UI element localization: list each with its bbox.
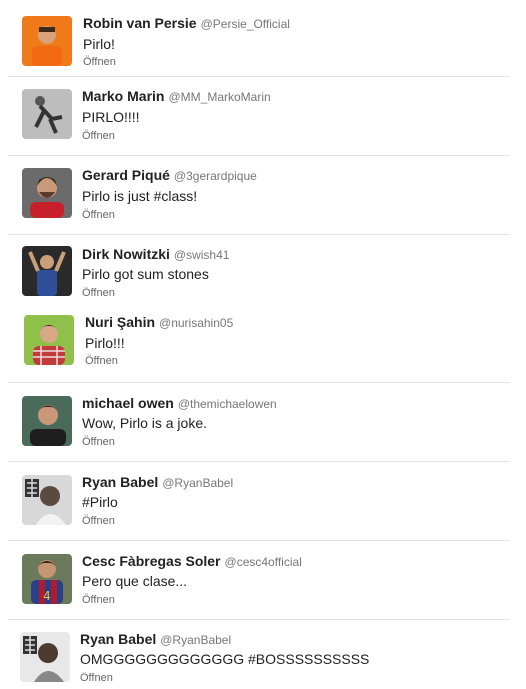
user-name[interactable]: Dirk Nowitzki [82, 246, 170, 262]
avatar[interactable] [22, 396, 72, 446]
user-handle[interactable]: @3gerardpique [174, 169, 257, 183]
tweet-item[interactable]: Robin van Persie @Persie_Official Pirlo! … [0, 0, 510, 77]
user-handle[interactable]: @Persie_Official [201, 17, 290, 31]
user-name[interactable]: michael owen [82, 395, 174, 411]
user-name[interactable]: Ryan Babel [80, 631, 156, 647]
user-name[interactable]: Cesc Fàbregas Soler [82, 553, 221, 569]
open-link[interactable]: Öffnen [82, 594, 115, 606]
user-handle[interactable]: @themichaelowen [178, 397, 277, 411]
tweet-text: Pirlo got sum stones [82, 266, 209, 282]
user-handle[interactable]: @MM_MarkoMarin [168, 90, 270, 104]
tweet-text: OMGGGGGGGGGGGGG #BOSSSSSSSSSS [80, 651, 370, 667]
user-name[interactable]: Marko Marin [82, 88, 164, 104]
open-link[interactable]: Öffnen [83, 56, 116, 68]
open-link[interactable]: Öffnen [82, 436, 115, 448]
tweet-text: PIRLO!!!! [82, 109, 140, 125]
avatar[interactable] [22, 475, 72, 525]
tweet-item[interactable]: Marko Marin @MM_MarkoMarin PIRLO!!!! Öffn… [0, 77, 510, 156]
open-link[interactable]: Öffnen [82, 209, 115, 221]
user-handle[interactable]: @nurisahin05 [159, 316, 233, 330]
tweet-item[interactable]: Nuri Şahin @nurisahin05 Pirlo!!! Öffnen [0, 302, 510, 383]
avatar[interactable] [22, 246, 72, 296]
tweet-item[interactable]: michael owen @themichaelowen Wow, Pirlo i… [0, 383, 510, 462]
user-name[interactable]: Ryan Babel [82, 474, 158, 490]
open-link[interactable]: Öffnen [82, 515, 115, 527]
open-link[interactable]: Öffnen [82, 130, 115, 142]
tweet-item[interactable]: Gerard Piqué @3gerardpique Pirlo is just … [0, 156, 510, 235]
tweet-item[interactable]: Dirk Nowitzki @swish41 Pirlo got sum ston… [0, 235, 510, 302]
avatar[interactable] [22, 89, 72, 139]
user-handle[interactable]: @RyanBabel [162, 476, 233, 490]
user-handle[interactable]: @RyanBabel [160, 633, 231, 647]
tweet-text: Pirlo! [83, 36, 115, 52]
svg-text:4: 4 [43, 589, 51, 603]
tweet-item[interactable]: 4 Cesc Fàbregas Soler @cesc4official Pero… [0, 541, 510, 620]
tweet-text: Pirlo!!! [85, 335, 125, 351]
open-link[interactable]: Öffnen [85, 355, 118, 367]
avatar[interactable] [22, 16, 72, 66]
user-name[interactable]: Gerard Piqué [82, 167, 170, 183]
tweet-text: Pirlo is just #class! [82, 188, 198, 204]
avatar[interactable] [24, 315, 74, 365]
tweet-item[interactable]: Ryan Babel @RyanBabel OMGGGGGGGGGGGGG #BO… [0, 620, 510, 689]
tweet-text: Pero que clase... [82, 573, 188, 589]
avatar[interactable]: 4 [22, 554, 72, 604]
tweet-text: #Pirlo [82, 494, 118, 510]
avatar[interactable] [20, 632, 70, 682]
user-handle[interactable]: @cesc4official [225, 555, 302, 569]
user-handle[interactable]: @swish41 [174, 248, 230, 262]
tweet-text: Wow, Pirlo is a joke. [82, 415, 208, 431]
tweet-item[interactable]: Ryan Babel @RyanBabel #Pirlo Öffnen [0, 462, 510, 541]
user-name[interactable]: Nuri Şahin [85, 314, 155, 330]
open-link[interactable]: Öffnen [80, 672, 113, 689]
user-name[interactable]: Robin van Persie [83, 15, 197, 31]
open-link[interactable]: Öffnen [82, 287, 115, 299]
avatar[interactable] [22, 168, 72, 218]
